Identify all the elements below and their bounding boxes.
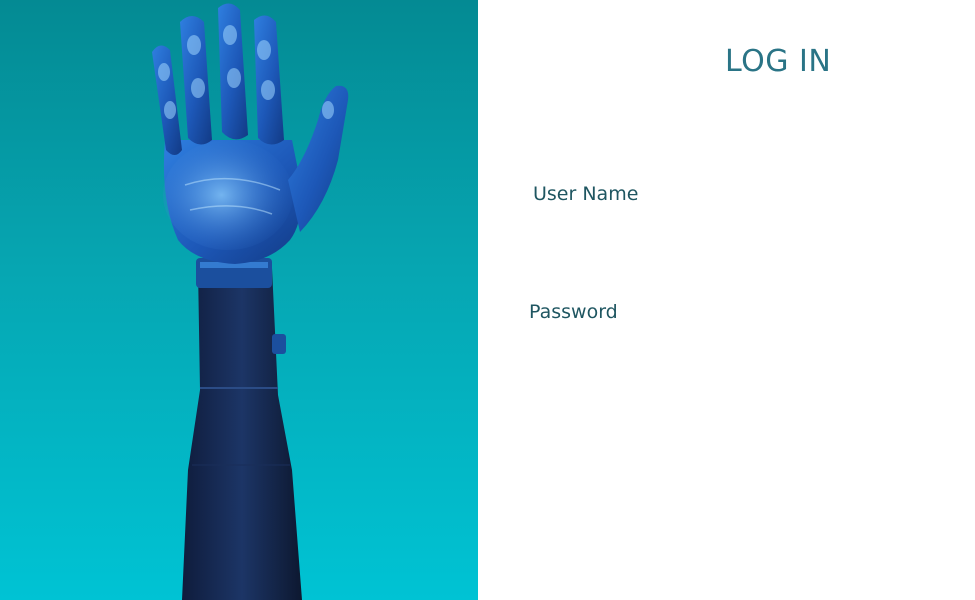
username-label: User Name: [533, 183, 639, 205]
password-label: Password: [529, 301, 618, 323]
username-field[interactable]: [533, 218, 933, 248]
page-title: LOG IN: [725, 44, 832, 79]
robotic-hand-image: [152, 3, 349, 600]
hero-image-panel: [0, 0, 478, 600]
password-field[interactable]: [529, 336, 929, 366]
login-panel: LOG IN User Name Password: [478, 0, 975, 600]
